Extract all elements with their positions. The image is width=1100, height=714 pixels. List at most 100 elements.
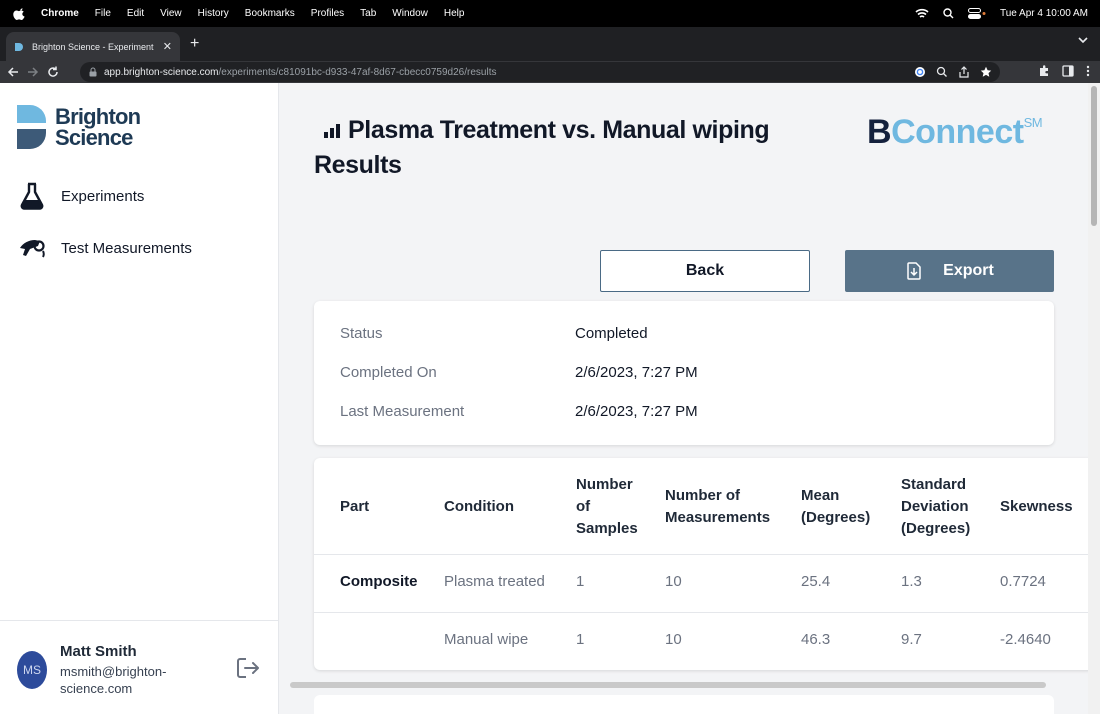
menu-window[interactable]: Window — [392, 8, 428, 19]
browser-tab[interactable]: Brighton Science - Experiment ✕ — [6, 32, 180, 61]
status-row: Status Completed — [340, 325, 648, 342]
address-bar[interactable]: app.brighton-science.com/experiments/c81… — [80, 62, 1000, 82]
bconnect-sm: SM — [1023, 115, 1043, 130]
user-name: Matt Smith — [60, 643, 137, 660]
column-header-part[interactable]: Part — [340, 496, 369, 518]
menu-datetime[interactable]: Tue Apr 4 10:00 AM — [1000, 8, 1088, 19]
sidebar: Brighton Science Experiments Test Measur… — [0, 83, 279, 714]
column-header-standard-deviation[interactable]: Standard Deviation (Degrees) — [901, 474, 981, 540]
menu-edit[interactable]: Edit — [127, 8, 144, 19]
status-value: Completed — [575, 325, 648, 342]
completed-on-row: Completed On 2/6/2023, 7:27 PM — [340, 364, 698, 381]
menu-bookmarks[interactable]: Bookmarks — [245, 8, 295, 19]
forward-arrow-icon[interactable] — [26, 65, 40, 79]
share-icon[interactable] — [958, 66, 970, 78]
cell-number-of-samples: 1 — [576, 573, 585, 590]
lock-icon[interactable] — [88, 67, 98, 77]
wifi-icon[interactable] — [915, 8, 929, 19]
bconnect-b: B — [867, 113, 892, 151]
menu-tab[interactable]: Tab — [360, 8, 376, 19]
bconnect-connect: Connect — [891, 113, 1024, 151]
url-path: /experiments/c81091bc-d933-47af-8d67-cbe… — [218, 66, 497, 78]
export-button[interactable]: Export — [845, 250, 1054, 292]
table-horizontal-scrollbar[interactable] — [290, 682, 1046, 688]
browser-extensions — [1038, 65, 1090, 77]
next-card — [314, 695, 1054, 714]
sidebar-item-test-measurements[interactable]: Test Measurements — [18, 234, 192, 262]
menu-history[interactable]: History — [198, 8, 229, 19]
cell-condition: Plasma treated — [444, 573, 545, 590]
cell-standard-deviation: 9.7 — [901, 631, 922, 648]
results-table: Part Condition Number of Samples Number … — [314, 458, 1088, 670]
menu-help[interactable]: Help — [444, 8, 465, 19]
macos-menu-bar: Chrome File Edit View History Bookmarks … — [0, 0, 1100, 27]
last-measurement-value: 2/6/2023, 7:27 PM — [575, 403, 698, 420]
menu-profiles[interactable]: Profiles — [311, 8, 344, 19]
user-email: msmith@brighton-science.com — [60, 664, 167, 696]
cell-skewness: 0.7724 — [1000, 573, 1046, 590]
measurement-device-icon — [20, 240, 45, 258]
control-center-icon[interactable] — [967, 8, 986, 19]
table-header: Part Condition Number of Samples Number … — [314, 458, 1088, 555]
sidebar-item-experiments[interactable]: Experiments — [18, 182, 144, 210]
reload-icon[interactable] — [46, 65, 60, 79]
logo-line-2: Science — [55, 125, 133, 150]
spotlight-search-icon[interactable] — [943, 8, 954, 19]
back-button-label: Back — [685, 262, 725, 279]
column-header-mean[interactable]: Mean (Degrees) — [801, 485, 885, 529]
column-header-number-of-samples[interactable]: Number of Samples — [576, 474, 646, 540]
browser-toolbar: app.brighton-science.com/experiments/c81… — [0, 61, 1100, 83]
google-icon[interactable] — [914, 66, 926, 78]
url-host: app.brighton-science.com — [104, 66, 219, 78]
zoom-icon[interactable] — [936, 66, 948, 78]
sidebar-item-label: Test Measurements — [61, 239, 192, 257]
column-header-condition[interactable]: Condition — [444, 496, 514, 518]
back-button[interactable]: Back — [600, 250, 810, 292]
cell-number-of-measurements: 10 — [665, 631, 682, 648]
side-panel-icon[interactable] — [1062, 65, 1074, 77]
tab-search-chevron-icon[interactable] — [1078, 36, 1088, 44]
status-label: Status — [340, 325, 383, 342]
sidebar-item-label: Experiments — [61, 187, 145, 205]
user-profile: MS Matt Smith msmith@brighton-science.co… — [0, 620, 278, 714]
completed-on-label: Completed On — [340, 364, 437, 381]
menu-status-area: Tue Apr 4 10:00 AM — [915, 0, 1088, 27]
back-arrow-icon[interactable] — [6, 65, 20, 79]
extensions-puzzle-icon[interactable] — [1038, 65, 1050, 77]
bar-chart-icon — [324, 124, 340, 139]
menu-view[interactable]: View — [160, 8, 182, 19]
cell-mean: 46.3 — [801, 631, 831, 648]
menu-file[interactable]: File — [95, 8, 111, 19]
cell-mean: 25.4 — [801, 573, 831, 590]
new-tab-icon[interactable]: + — [190, 35, 199, 53]
bookmark-star-icon[interactable] — [980, 66, 992, 78]
export-file-icon — [907, 262, 921, 280]
column-header-number-of-measurements[interactable]: Number of Measurements — [665, 485, 783, 529]
flask-icon — [20, 182, 44, 210]
cell-skewness: -2.4640 — [1000, 631, 1051, 648]
brighton-favicon-icon — [15, 42, 23, 51]
page-title: Plasma Treatment vs. Manual wiping Resul… — [314, 113, 834, 183]
status-card: Status Completed Completed On 2/6/2023, 7:… — [314, 301, 1054, 445]
close-tab-icon[interactable]: ✕ — [163, 40, 172, 53]
last-measurement-row: Last Measurement 2/6/2023, 7:27 PM — [340, 403, 698, 420]
table-row[interactable]: Manual wipe 1 10 46.3 9.7 -2.4640 — [314, 613, 1088, 670]
cell-standard-deviation: 1.3 — [901, 573, 922, 590]
tab-title: Brighton Science - Experiment — [32, 41, 154, 52]
page-vertical-scrollbar-thumb[interactable] — [1091, 86, 1097, 226]
brighton-science-logo[interactable]: Brighton Science — [17, 104, 141, 150]
logout-icon[interactable] — [236, 657, 260, 679]
avatar[interactable]: MS — [17, 651, 47, 689]
apple-icon[interactable] — [13, 7, 27, 21]
cell-part: Composite — [340, 573, 418, 590]
main-content: Plasma Treatment vs. Manual wiping Resul… — [280, 83, 1088, 714]
export-button-label: Export — [943, 262, 994, 279]
column-header-skewness[interactable]: Skewness — [1000, 496, 1073, 518]
logo-wordmark: Brighton Science — [55, 104, 141, 150]
page-title-text: Plasma Treatment vs. Manual wiping Resul… — [314, 116, 770, 179]
cell-number-of-measurements: 10 — [665, 573, 682, 590]
table-row[interactable]: Composite Plasma treated 1 10 25.4 1.3 0… — [314, 555, 1088, 613]
menu-chrome[interactable]: Chrome — [41, 8, 79, 19]
logo-line-1: Brighton — [55, 104, 141, 129]
browser-menu-icon[interactable] — [1086, 65, 1090, 77]
